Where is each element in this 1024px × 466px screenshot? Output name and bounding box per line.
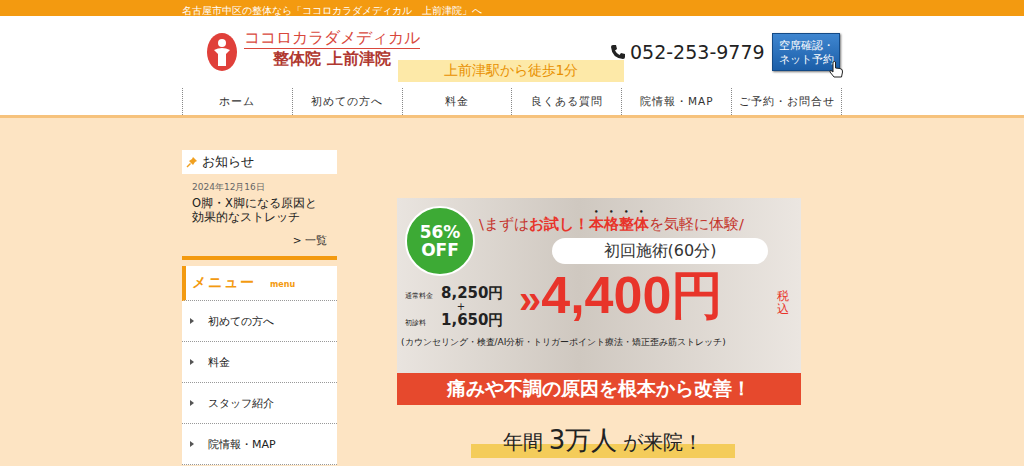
menu-item[interactable]: 初めての方へ [182, 301, 337, 342]
logo[interactable]: ココロカラダメディカル 整体院 上前津院 上前津駅から徒歩1分 [206, 22, 606, 82]
tagline-prefix: 年間 [503, 429, 543, 456]
news-header: お知らせ [182, 150, 337, 174]
nav-bar: ホーム初めての方へ料金良くある質問院情報・MAPご予約・お問合せ [0, 88, 1024, 118]
news-more-link[interactable]: > 一覧 [182, 224, 337, 260]
menu-item-label: 院情報・MAP [208, 437, 276, 452]
main: 56% OFF \まずはお試し！本格整体を気軽に体験/ 初回施術(60分) 通常… [337, 150, 842, 465]
headline-segment: 本格整体 [589, 216, 649, 232]
triangle-icon [190, 441, 194, 447]
campaign-price: »4,400円 [519, 264, 723, 330]
tagline: 年間 3万人 が来院！ [471, 423, 735, 458]
news-item[interactable]: 2024年12月16日 O脚・X脚になる原因と効果的なストレッチ [182, 174, 337, 224]
tagline-suffix: が来院！ [623, 429, 703, 456]
discount-badge: 56% OFF [405, 206, 475, 276]
logo-person-icon [206, 32, 238, 72]
nav-item[interactable]: 初めての方へ [292, 88, 402, 115]
news-date: 2024年12月16日 [192, 181, 327, 194]
headline-segment: を気軽に体験/ [649, 216, 744, 232]
top-bar: 名古屋市中区の整体なら「ココロカラダメディカル 上前津院」へ [0, 0, 1024, 16]
headline-segment: \まずは [479, 216, 529, 232]
nav-item[interactable]: 料金 [402, 88, 512, 115]
triangle-icon [190, 318, 194, 324]
menu-header: メニュー menu [182, 266, 337, 301]
phone-icon [610, 44, 626, 60]
reserve-button-text: 空席確認・ [779, 38, 834, 52]
banner-headline: \まずはお試し！本格整体を気軽に体験/ [479, 208, 744, 234]
discount-percent: 56% [420, 223, 461, 241]
reserve-button-text: ネット予約 [779, 52, 834, 66]
price-value: 4,400円 [541, 266, 723, 324]
access-label: 上前津駅から徒歩1分 [398, 60, 624, 82]
plus-sign: + [405, 303, 517, 311]
discount-word: OFF [421, 241, 459, 259]
logo-name: ココロカラダメディカル [244, 28, 420, 49]
pointer-hand-icon [827, 60, 845, 78]
nav-item[interactable]: ホーム [182, 88, 292, 115]
logo-branch: 整体院 上前津院 [244, 49, 420, 69]
menu-box: メニュー menu 初めての方へ 料金 スタッフ紹介 院情報・MAP [182, 266, 337, 465]
phone-number: 052-253-9779 [630, 41, 765, 63]
course-pill: 初回施術(60分) [552, 238, 768, 264]
phone[interactable]: 052-253-9779 [610, 41, 765, 63]
regular-price: 8,250円 [441, 284, 503, 303]
sidebar: お知らせ 2024年12月16日 O脚・X脚になる原因と効果的なストレッチ > … [182, 150, 337, 465]
menu-title: メニュー [192, 274, 256, 292]
menu-subtitle: menu [270, 280, 295, 289]
news-title: お知らせ [202, 153, 254, 171]
news-box: お知らせ 2024年12月16日 O脚・X脚になる原因と効果的なストレッチ > … [182, 150, 337, 260]
nav-item[interactable]: 院情報・MAP [621, 88, 731, 115]
triangle-icon [190, 359, 194, 365]
nav-item[interactable]: 良くある質問 [511, 88, 621, 115]
menu-item[interactable]: 料金 [182, 342, 337, 383]
campaign-banner[interactable]: 56% OFF \まずはお試し！本格整体を気軽に体験/ 初回施術(60分) 通常… [397, 198, 801, 405]
banner-slogan: 痛みや不調の原因を根本から改善！ [397, 373, 801, 405]
tax-label: 税込 [777, 290, 789, 316]
pin-icon [186, 156, 198, 168]
page: 名古屋市中区の整体なら「ココロカラダメディカル 上前津院」へ ココロカラダメディ… [0, 0, 1024, 466]
triangle-icon [190, 400, 194, 406]
course-contents: (カウンセリング・検査/AI分析・トリガーポイント療法・矯正歪み筋ストレッチ) [401, 336, 726, 349]
menu-item-label: スタッフ紹介 [208, 396, 274, 411]
menu-item[interactable]: スタッフ紹介 [182, 383, 337, 424]
price-arrow: » [519, 277, 541, 321]
tagline-highlight: 3万人 [549, 423, 618, 458]
menu-item[interactable]: 院情報・MAP [182, 424, 337, 465]
first-price: 1,650円 [441, 311, 503, 330]
price-breakdown: 通常料金 8,250円 + 初診料 1,650円 [405, 284, 517, 330]
news-item-title: O脚・X脚になる原因と効果的なストレッチ [192, 196, 327, 224]
first-label: 初診料 [405, 318, 437, 328]
headline-segment: お試し！ [529, 216, 589, 232]
header: ココロカラダメディカル 整体院 上前津院 上前津駅から徒歩1分 052-253-… [0, 16, 1024, 88]
regular-label: 通常料金 [405, 291, 437, 301]
menu-item-label: 料金 [208, 355, 230, 370]
top-bar-text: 名古屋市中区の整体なら「ココロカラダメディカル 上前津院」へ [182, 5, 482, 16]
menu-item-label: 初めての方へ [208, 314, 274, 329]
nav-item[interactable]: ご予約・お問合せ [731, 88, 842, 115]
reserve-button[interactable]: 空席確認・ネット予約 [772, 33, 840, 71]
